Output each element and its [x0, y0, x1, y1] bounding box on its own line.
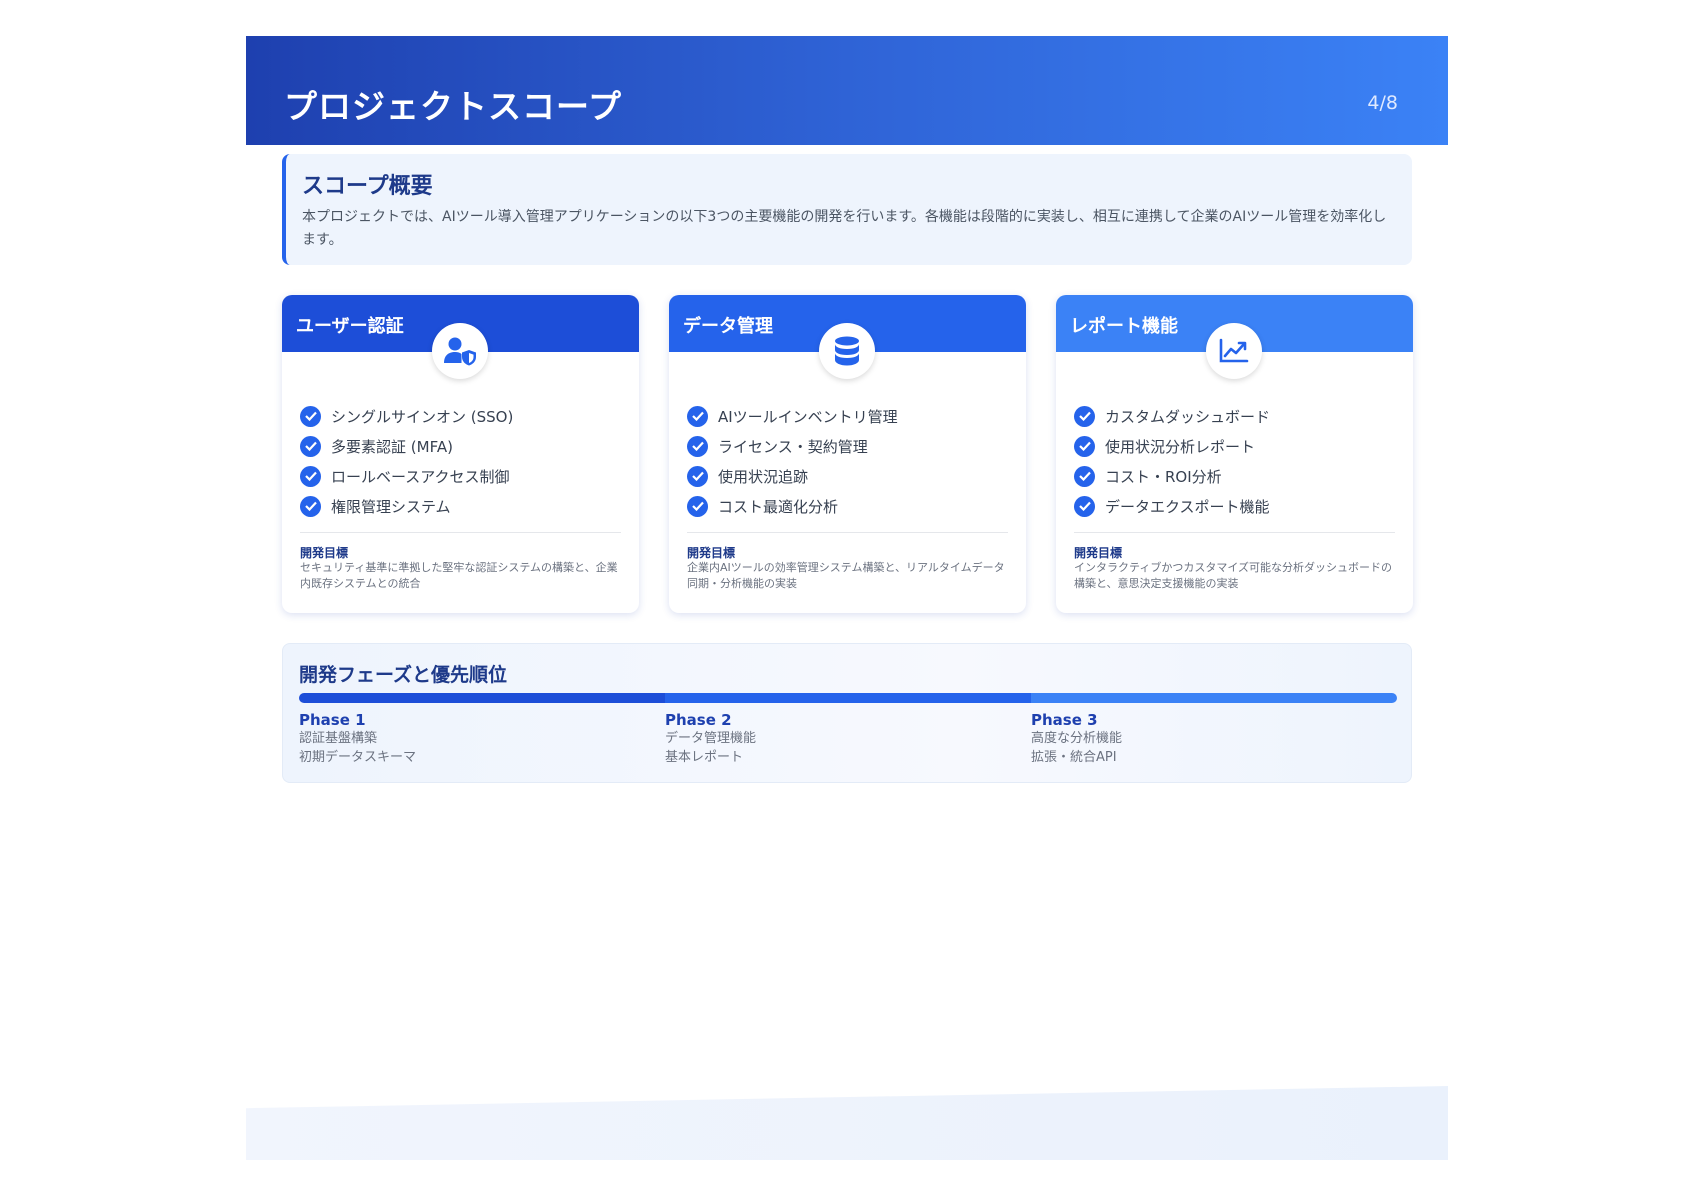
goal-text: 企業内AIツールの効率管理システム構築と、リアルタイムデータ同期・分析機能の実装 — [687, 561, 1005, 590]
card-title: レポート機能 — [1070, 316, 1178, 337]
goal-label: 開発目標 — [300, 546, 349, 560]
slide: プロジェクトスコープ 4/8 スコープ概要 本プロジェクトでは、AIツール導入管… — [246, 36, 1448, 1160]
divider — [687, 532, 1008, 533]
list-item: ロールベースアクセス制御 — [300, 461, 513, 491]
list-item-label: 多要素認証 (MFA) — [331, 437, 453, 456]
list-item: シングルサインオン (SSO) — [300, 401, 513, 431]
list-item: コスト・ROI分析 — [1074, 461, 1270, 491]
feature-list: AIツールインベントリ管理 ライセンス・契約管理 使用状況追跡 コスト最適化分析 — [687, 401, 898, 521]
list-item-label: AIツールインベントリ管理 — [718, 407, 898, 426]
list-item: カスタムダッシュボード — [1074, 401, 1270, 431]
scope-overview: スコープ概要 本プロジェクトでは、AIツール導入管理アプリケーションの以下3つの… — [282, 154, 1412, 265]
list-item-label: コスト最適化分析 — [718, 497, 839, 516]
phase-name: Phase 3 — [1031, 711, 1098, 729]
phase-segment-2 — [665, 693, 1031, 703]
goal-text: インタラクティブかつカスタマイズ可能な分析ダッシュボードの構築と、意思決定支援機… — [1074, 561, 1393, 590]
list-item-label: 使用状況追跡 — [718, 467, 809, 486]
goal-text: セキュリティ基準に準拠した堅牢な認証システムの構築と、企業内既存システムとの統合 — [300, 561, 618, 590]
list-item-label: シングルサインオン (SSO) — [331, 407, 514, 426]
phase-item: 拡張・統合API — [1031, 750, 1117, 765]
list-item-label: コスト・ROI分析 — [1105, 467, 1222, 486]
list-item: 使用状況分析レポート — [1074, 431, 1270, 461]
divider — [1074, 532, 1395, 533]
divider — [300, 532, 621, 533]
list-item: コスト最適化分析 — [687, 491, 898, 521]
phase-name: Phase 1 — [299, 711, 366, 729]
phase-3: Phase 3 高度な分析機能 拡張・統合API — [1031, 711, 1361, 767]
development-phases: 開発フェーズと優先順位 Phase 1 認証基盤構築 初期データスキーマ Pha… — [282, 643, 1412, 783]
check-icon — [687, 405, 708, 427]
phase-segment-3 — [1031, 693, 1397, 703]
phase-item: 認証基盤構築 — [299, 731, 378, 746]
card-title: ユーザー認証 — [296, 316, 404, 337]
user-shield-icon — [432, 323, 488, 379]
chart-line-icon — [1206, 323, 1262, 379]
phases-title: 開発フェーズと優先順位 — [299, 664, 508, 686]
feature-list: シングルサインオン (SSO) 多要素認証 (MFA) ロールベースアクセス制御… — [300, 401, 513, 521]
check-icon — [687, 465, 708, 487]
overview-text: 本プロジェクトでは、AIツール導入管理アプリケーションの以下3つの主要機能の開発… — [302, 209, 1387, 248]
goal-label: 開発目標 — [1074, 546, 1123, 560]
list-item-label: ライセンス・契約管理 — [718, 437, 868, 456]
check-icon — [687, 495, 708, 517]
check-icon — [1074, 465, 1095, 487]
card-data-management: データ管理 AIツールインベントリ管理 ライセンス・契約管理 使用状況追跡 コス… — [669, 295, 1026, 613]
phase-item: 初期データスキーマ — [299, 750, 417, 765]
check-icon — [1074, 435, 1095, 457]
list-item-label: データエクスポート機能 — [1105, 497, 1270, 516]
check-icon — [687, 435, 708, 457]
check-icon — [300, 405, 321, 427]
list-item: AIツールインベントリ管理 — [687, 401, 898, 431]
feature-list: カスタムダッシュボード 使用状況分析レポート コスト・ROI分析 データエクスポ… — [1074, 401, 1270, 521]
phase-item: データ管理機能 — [665, 731, 757, 746]
phase-segment-1 — [299, 693, 665, 703]
phase-item: 基本レポート — [665, 750, 744, 765]
phase-name: Phase 2 — [665, 711, 732, 729]
check-icon — [300, 495, 321, 517]
phase-1: Phase 1 認証基盤構築 初期データスキーマ — [299, 711, 629, 767]
database-icon — [819, 323, 875, 379]
list-item: 使用状況追跡 — [687, 461, 898, 491]
check-icon — [1074, 495, 1095, 517]
list-item-label: ロールベースアクセス制御 — [331, 467, 510, 486]
phase-progress-bar — [299, 693, 1397, 703]
check-icon — [1074, 405, 1095, 427]
slide-header: プロジェクトスコープ 4/8 — [246, 36, 1448, 145]
phase-2: Phase 2 データ管理機能 基本レポート — [665, 711, 995, 767]
list-item: 権限管理システム — [300, 491, 513, 521]
footer-decoration — [246, 1086, 1448, 1160]
list-item: データエクスポート機能 — [1074, 491, 1270, 521]
page-number: 4/8 — [1367, 92, 1398, 114]
list-item: ライセンス・契約管理 — [687, 431, 898, 461]
list-item-label: カスタムダッシュボード — [1105, 407, 1271, 426]
card-reporting: レポート機能 カスタムダッシュボード 使用状況分析レポート コスト・ROI分析 … — [1056, 295, 1413, 613]
list-item-label: 使用状況分析レポート — [1105, 437, 1256, 456]
check-icon — [300, 465, 321, 487]
goal-label: 開発目標 — [687, 546, 736, 560]
list-item-label: 権限管理システム — [331, 497, 451, 516]
page-title: プロジェクトスコープ — [284, 87, 623, 126]
card-user-auth: ユーザー認証 シングルサインオン (SSO) 多要素認証 (MFA) ロールベー… — [282, 295, 639, 613]
card-title: データ管理 — [683, 316, 773, 337]
phase-item: 高度な分析機能 — [1031, 731, 1123, 746]
list-item: 多要素認証 (MFA) — [300, 431, 513, 461]
overview-title: スコープ概要 — [302, 174, 433, 199]
check-icon — [300, 435, 321, 457]
